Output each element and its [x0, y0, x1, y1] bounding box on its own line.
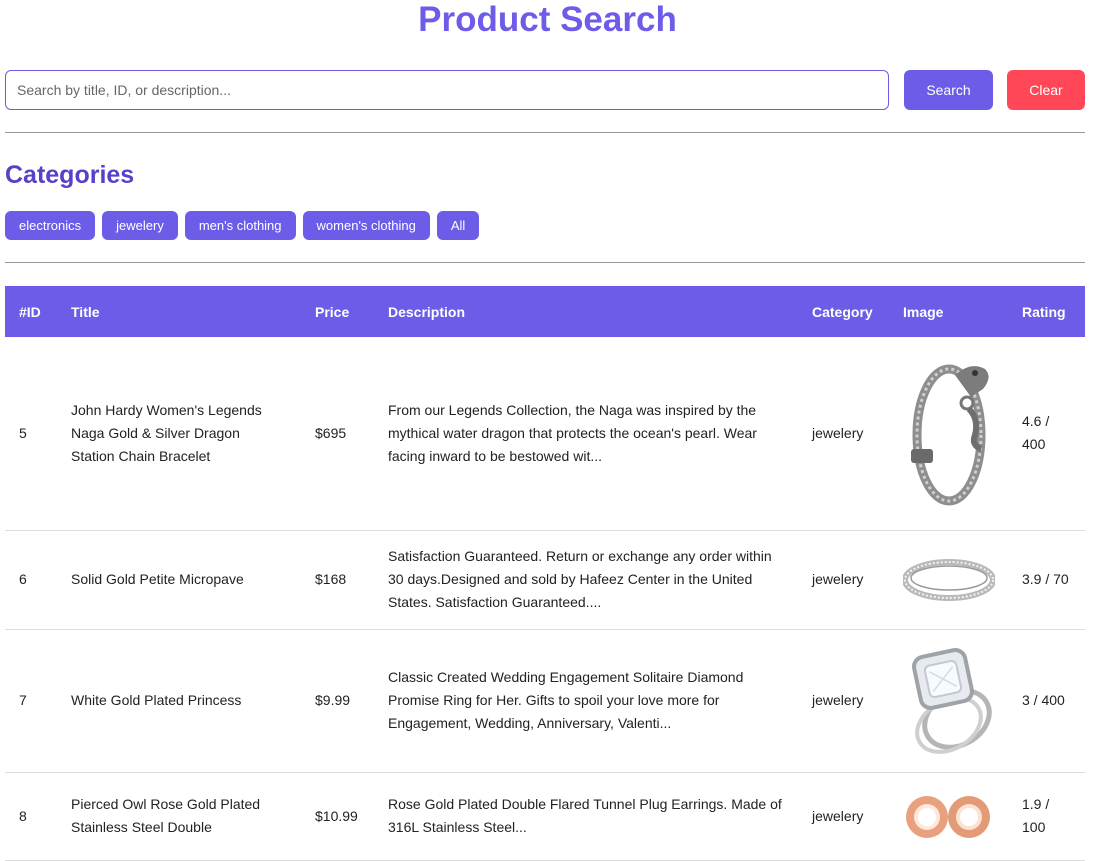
cell-image	[889, 629, 1008, 773]
search-button[interactable]: Search	[904, 70, 993, 110]
divider	[5, 132, 1085, 133]
dragon-bracelet-icon	[903, 353, 994, 513]
table-row: 5 John Hardy Women's Legends Naga Gold &…	[5, 337, 1085, 531]
table-header-row: #ID Title Price Description Category Ima…	[5, 286, 1085, 337]
cell-price: $10.99	[301, 772, 374, 861]
column-header-description: Description	[388, 303, 466, 320]
cell-id: 8	[5, 772, 57, 861]
category-chip-womens-clothing[interactable]: women's clothing	[302, 211, 430, 240]
products-table: #ID Title Price Description Category Ima…	[5, 286, 1085, 861]
cell-description: Satisfaction Guaranteed. Return or excha…	[374, 530, 798, 630]
category-filter-list: electronics jewelery men's clothing wome…	[5, 211, 480, 240]
cell-description: From our Legends Collection, the Naga wa…	[374, 337, 798, 531]
column-header-image: Image	[903, 303, 944, 320]
divider	[5, 262, 1085, 263]
product-search-page: Product Search Search Clear Categories e…	[0, 0, 1095, 861]
category-chip-mens-clothing[interactable]: men's clothing	[184, 211, 296, 240]
column-header-rating: Rating	[1022, 303, 1066, 320]
search-input[interactable]	[5, 70, 889, 110]
cell-title: White Gold Plated Princess	[57, 629, 301, 773]
table-row: 6 Solid Gold Petite Micropave $168 Satis…	[5, 530, 1085, 630]
ring-band-icon	[903, 555, 995, 605]
column-header-id: #ID	[19, 303, 41, 320]
cell-description: Classic Created Wedding Engagement Solit…	[374, 629, 798, 773]
engagement-ring-icon	[903, 647, 994, 755]
cell-description: Rose Gold Plated Double Flared Tunnel Pl…	[374, 772, 798, 861]
cell-image	[889, 337, 1008, 531]
tunnel-earrings-icon	[903, 791, 994, 841]
cell-id: 5	[5, 337, 57, 531]
category-chip-electronics[interactable]: electronics	[5, 211, 96, 240]
categories-heading: Categories	[5, 161, 135, 189]
cell-image	[889, 530, 1008, 630]
cell-image	[889, 772, 1008, 861]
cell-title: Pierced Owl Rose Gold Plated Stainless S…	[57, 772, 301, 861]
cell-price: $695	[301, 337, 374, 531]
cell-price: $9.99	[301, 629, 374, 773]
cell-category: jewelery	[798, 530, 889, 630]
column-header-title: Title	[71, 303, 100, 320]
table-row: 8 Pierced Owl Rose Gold Plated Stainless…	[5, 772, 1085, 861]
cell-title: John Hardy Women's Legends Naga Gold & S…	[57, 337, 301, 531]
clear-button[interactable]: Clear	[1007, 70, 1085, 110]
category-chip-all[interactable]: All	[436, 211, 480, 240]
cell-id: 7	[5, 629, 57, 773]
cell-rating: 1.9 / 100	[1008, 772, 1085, 861]
cell-price: $168	[301, 530, 374, 630]
table-row: 7 White Gold Plated Princess $9.99 Class…	[5, 629, 1085, 773]
cell-rating: 4.6 / 400	[1008, 337, 1085, 531]
category-chip-jewelery[interactable]: jewelery	[102, 211, 178, 240]
cell-id: 6	[5, 530, 57, 630]
cell-category: jewelery	[798, 337, 889, 531]
cell-category: jewelery	[798, 629, 889, 773]
cell-rating: 3.9 / 70	[1008, 530, 1085, 630]
cell-title: Solid Gold Petite Micropave	[57, 530, 301, 630]
cell-rating: 3 / 400	[1008, 629, 1085, 773]
page-title: Product Search	[418, 0, 677, 39]
column-header-price: Price	[315, 303, 350, 320]
column-header-category: Category	[812, 303, 873, 320]
cell-category: jewelery	[798, 772, 889, 861]
